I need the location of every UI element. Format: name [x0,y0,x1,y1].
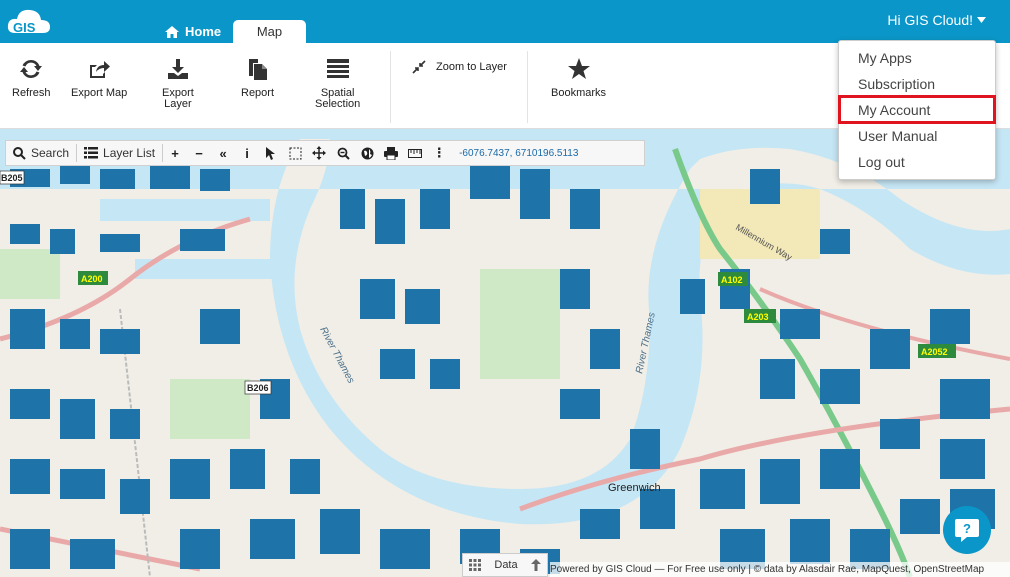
star-icon [567,58,590,79]
dock-water [350,169,440,187]
svg-text:?: ? [963,521,971,536]
download-icon [167,59,188,79]
top-bar: GIS Home Map Hi GIS Cloud! [0,0,1010,43]
globe-icon [361,147,374,159]
map-tiles: A200 A102 A203 A2052 B205 B206 River Tha… [0,129,1010,577]
dock-water [100,199,270,221]
chat-question-icon: ? [955,519,979,542]
collapse-button[interactable]: « [211,141,235,165]
park [0,249,60,299]
map-canvas[interactable]: A200 A102 A203 A2052 B205 B206 River Tha… [0,129,1010,577]
refresh-label: Refresh [12,87,51,99]
table-icon [326,59,349,78]
report-button[interactable]: Report [241,57,274,99]
compress-icon [412,60,426,74]
map-attribution: Powered by GIS Cloud — For Free use only… [550,562,1010,577]
share-icon [90,61,111,78]
caret-down-icon [977,17,986,23]
list-icon [84,147,99,159]
search-button[interactable]: Search [6,141,76,165]
menu-item-my-apps[interactable]: My Apps [839,45,997,71]
more-options-button[interactable]: ⋮ [427,141,451,165]
export-map-button[interactable]: Export Map [71,57,127,99]
park [170,379,250,439]
zoom-to-layer-label: Zoom to Layer [436,61,507,73]
measure-button[interactable] [403,141,427,165]
coordinates-readout: -6076.7437, 6710196.5113 [459,147,579,159]
home-icon [165,25,179,38]
road-a2052-label: A2052 [921,347,948,357]
park [480,269,560,379]
road-a102-label: A102 [721,275,743,285]
select-button[interactable] [259,141,283,165]
zoom-out-button[interactable]: − [187,141,211,165]
layer-list-button[interactable]: Layer List [77,141,162,165]
tab-home-label: Home [185,24,222,39]
grid-icon [469,559,481,571]
greeting-text: Hi GIS Cloud! [887,12,973,28]
search-icon [13,146,26,160]
menu-item-user-manual[interactable]: User Manual [839,123,997,149]
zoom-box-button[interactable] [331,141,355,165]
ruler-icon [408,148,423,158]
search-label: Search [31,146,70,160]
cursor-icon [266,146,276,160]
tab-home[interactable]: Home [155,20,231,43]
my-account-highlight [838,95,996,124]
dashed-box-icon [289,147,302,159]
tab-map[interactable]: Map [233,20,306,43]
info-button[interactable]: i [235,141,259,165]
road-b206-label: B206 [247,383,269,393]
info-icon: i [245,145,249,161]
bookmarks-button[interactable]: Bookmarks [551,57,606,99]
vertical-dots-icon: ⋮ [432,145,446,160]
arrow-up-icon [531,559,541,571]
refresh-button[interactable]: Refresh [12,57,51,99]
greenwich-label: Greenwich [608,482,661,494]
export-map-label: Export Map [71,87,128,99]
data-tab-label: Data [494,559,518,571]
help-chat-button[interactable]: ? [943,506,991,554]
spatial-label-2: Selection [315,98,361,110]
refresh-icon [20,59,43,79]
export-layer-button[interactable]: Export Layer [162,57,194,110]
double-chevron-left-icon: « [219,145,227,161]
box-select-button[interactable] [283,141,307,165]
zoom-in-button[interactable]: + [163,141,187,165]
move-icon [312,146,327,160]
river-thames-label: River Thames [317,325,356,385]
data-tab[interactable]: Data [462,553,548,577]
spatial-selection-button[interactable]: Spatial Selection [315,57,360,110]
export-layer-label-2: Layer [164,98,192,110]
plus-icon: + [171,145,179,161]
road-a200-label: A200 [81,274,103,284]
ribbon-divider [390,51,391,123]
tab-map-label: Map [256,24,283,39]
user-greeting[interactable]: Hi GIS Cloud! [887,12,986,28]
road-a203-label: A203 [747,312,769,322]
layer-list-label: Layer List [103,146,156,160]
map-toolbar: Search Layer List + − « i ⋮ -6076.7437, … [5,140,645,166]
bookmarks-label: Bookmarks [551,87,607,99]
copy-document-icon [248,59,267,80]
menu-item-log-out[interactable]: Log out [839,149,997,175]
print-button[interactable] [379,141,403,165]
menu-item-subscription[interactable]: Subscription [839,71,997,97]
road-b205-label: B205 [1,173,23,183]
full-extent-button[interactable] [355,141,379,165]
report-label: Report [241,87,275,99]
zoom-out-icon [337,147,350,160]
ribbon-divider [527,51,528,123]
print-icon [384,146,399,160]
zoom-to-layer-button[interactable]: Zoom to Layer [412,60,507,74]
minus-icon: − [195,145,203,161]
logo-text: GIS [13,20,36,35]
pan-button[interactable] [307,141,331,165]
gis-cloud-logo[interactable]: GIS [5,3,53,39]
